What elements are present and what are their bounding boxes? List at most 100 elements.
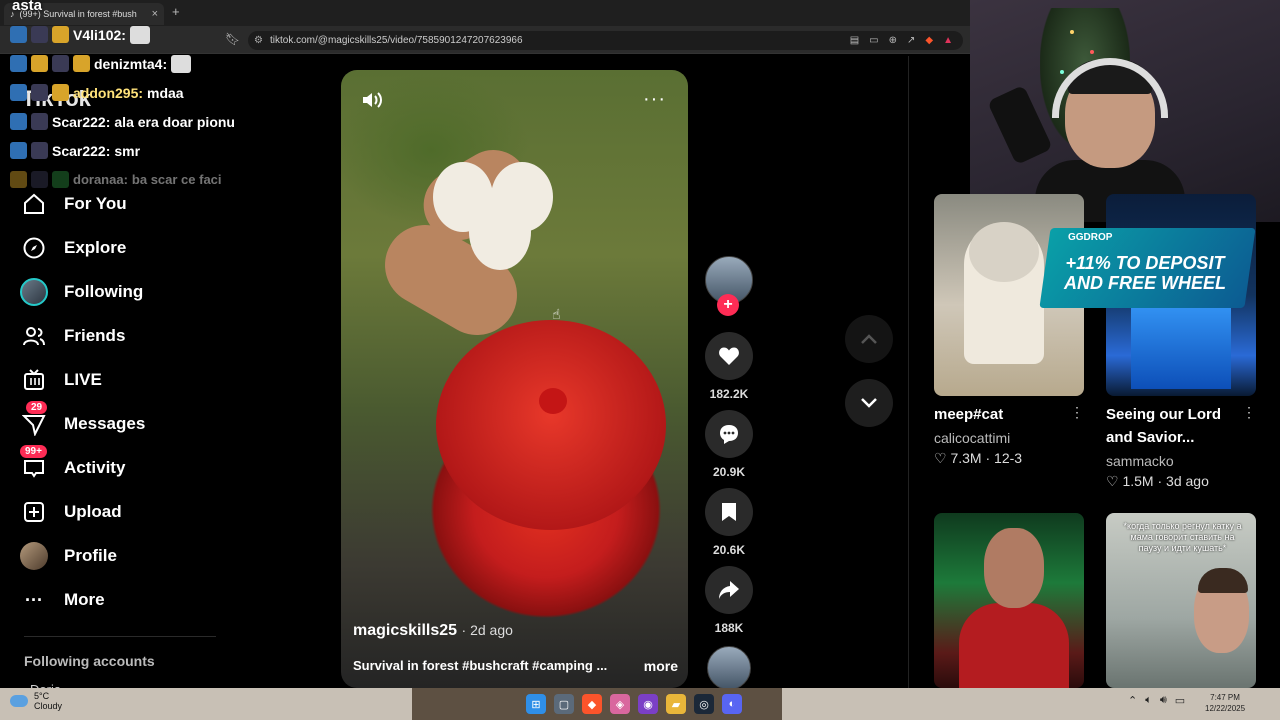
url-field[interactable]: ⚙ tiktok.com/@magicskills25/video/758590… xyxy=(248,31,963,50)
weather-temp: 5°C xyxy=(34,691,50,701)
cat-head-shape xyxy=(969,222,1039,282)
sidebar-item-friends[interactable]: Friends xyxy=(20,318,125,354)
pip-icon[interactable]: ▭ xyxy=(869,31,878,50)
tree-light xyxy=(1070,30,1074,34)
chat-text: ba scar ce faci xyxy=(131,172,222,187)
share-arrow-icon xyxy=(719,581,739,599)
network-icon[interactable]: ▭ xyxy=(1175,694,1185,707)
chat-text: ala era doar pionu xyxy=(114,113,235,130)
follow-plus-icon[interactable]: + xyxy=(717,294,739,316)
discord-icon[interactable]: ◐ xyxy=(722,694,742,714)
separator-dot: · xyxy=(1157,473,1167,489)
recommended-title[interactable]: meep#cat xyxy=(934,403,1003,426)
screen: ♪ (99+) Survival in forest #bush × + ⚙ t… xyxy=(0,0,1280,720)
video-caption: Survival in forest #bushcraft #camping .… xyxy=(353,658,678,674)
ad-logo: GGDROP xyxy=(1068,232,1113,243)
comment-button[interactable] xyxy=(705,410,753,458)
sidebar-item-label: Upload xyxy=(64,502,122,521)
weather-widget[interactable]: 5°C Cloudy xyxy=(10,691,62,711)
sidebar-item-profile[interactable]: Profile xyxy=(20,538,117,574)
video-player[interactable]: ··· magicskills25 · 2d ago Survival in f… xyxy=(341,70,688,688)
volume-icon[interactable]: 🔊︎ xyxy=(1160,694,1167,707)
chat-badge-icon xyxy=(31,55,48,72)
caption-more-link[interactable]: more xyxy=(644,658,678,674)
new-tab-icon[interactable]: + xyxy=(172,4,180,19)
brave-rewards-icon[interactable]: ▲ xyxy=(943,31,953,50)
sidebar-item-live[interactable]: LIVE xyxy=(20,362,102,398)
recommended-title-line: Seeing our Lord xyxy=(1106,406,1222,423)
weather-text: 5°C Cloudy xyxy=(34,691,62,711)
music-disc-avatar[interactable] xyxy=(707,646,751,690)
save-button[interactable] xyxy=(705,488,753,536)
brave-browser-icon[interactable]: ◆ xyxy=(582,694,602,714)
recommended-title[interactable]: Seeing our Lord and Savior... xyxy=(1106,403,1221,449)
recommended-author[interactable]: calicocattimi xyxy=(934,430,1010,446)
sidebar-item-following[interactable]: Following xyxy=(20,274,143,310)
comment-count: 20.9K xyxy=(712,465,746,479)
more-icon: ··· xyxy=(25,589,43,610)
chat-emote-icon xyxy=(129,25,150,44)
tree-light xyxy=(1090,50,1094,54)
app-icon[interactable]: ◉ xyxy=(638,694,658,714)
recommended-title-line: and Savior... xyxy=(1106,429,1195,446)
messages-badge: 29 xyxy=(26,401,48,414)
chat-user: V4li102: xyxy=(73,26,126,43)
sidebar-item-activity[interactable]: 99+ Activity xyxy=(20,445,125,486)
friends-icon xyxy=(20,322,48,350)
chat-badge-icon xyxy=(31,84,48,101)
chat-badge-icon xyxy=(10,113,27,130)
speaker-icon[interactable]: 🔈︎ xyxy=(1145,694,1152,707)
share-icon[interactable]: ↗ xyxy=(907,31,915,50)
recommended-more-icon[interactable]: ⋮ xyxy=(1070,404,1084,421)
profile-avatar xyxy=(20,542,48,570)
sidebar-item-label: Profile xyxy=(64,546,117,565)
chat-badge-icon xyxy=(52,55,69,72)
brave-shield-icon[interactable]: ◆ xyxy=(925,31,933,50)
video-author[interactable]: magicskills25 · 2d ago xyxy=(353,622,513,640)
sidebar-item-label: Friends xyxy=(64,326,126,345)
share-count: 188K xyxy=(714,621,744,635)
recommended-thumbnail[interactable]: *когда только регнул катку а мама говори… xyxy=(1106,513,1256,688)
chevron-up-icon[interactable]: ⌃ xyxy=(1128,694,1137,707)
steam-icon[interactable]: ◎ xyxy=(694,694,714,714)
recommended-more-icon[interactable]: ⋮ xyxy=(1242,404,1256,421)
volume-icon[interactable] xyxy=(361,90,383,116)
next-video-button[interactable] xyxy=(845,379,893,427)
recommended-author[interactable]: sammacko xyxy=(1106,453,1174,469)
app-icon[interactable]: ◈ xyxy=(610,694,630,714)
save-count: 20.6K xyxy=(712,543,746,557)
egg-shape xyxy=(469,194,531,270)
taskbar-clock[interactable]: 7:47 PM 12/22/2025 xyxy=(1205,692,1245,714)
pot-knob-shape xyxy=(539,388,567,414)
media-icon[interactable]: ▤ xyxy=(850,31,859,50)
chat-user: addon295: xyxy=(73,84,144,101)
task-view-icon[interactable]: ▢ xyxy=(554,694,574,714)
recommended-meta: ♡ 1.5M · 3d ago xyxy=(1106,473,1209,490)
sidebar-item-upload[interactable]: Upload xyxy=(20,494,122,530)
start-icon[interactable]: ⊞ xyxy=(526,694,546,714)
sidebar-item-for-you[interactable]: For You xyxy=(20,186,127,222)
zoom-icon[interactable]: ⊕ xyxy=(889,31,897,50)
file-explorer-icon[interactable]: ▰ xyxy=(666,694,686,714)
weather-condition: Cloudy xyxy=(34,701,63,711)
following-avatar xyxy=(20,278,48,306)
video-more-icon[interactable]: ··· xyxy=(643,88,666,111)
author-name[interactable]: magicskills25 xyxy=(353,622,457,639)
like-count: 182.2K xyxy=(709,387,749,401)
taskbar-apps: ⊞ ▢ ◆ ◈ ◉ ▰ ◎ ◐ xyxy=(526,694,742,714)
like-button[interactable] xyxy=(705,332,753,380)
home-icon xyxy=(20,190,48,218)
sidebar-item-label: For You xyxy=(64,194,127,213)
share-button[interactable] xyxy=(705,566,753,614)
chat-badge-icon xyxy=(10,84,27,101)
recommended-thumbnail[interactable] xyxy=(934,513,1084,688)
clock-date: 12/22/2025 xyxy=(1205,704,1246,713)
pot-lid-shape xyxy=(436,320,666,530)
sidebar-item-messages[interactable]: 29 Messages xyxy=(20,401,145,442)
chat-badge-icon xyxy=(10,26,27,43)
sidebar-item-more[interactable]: ··· More xyxy=(20,582,105,618)
previous-video-button[interactable] xyxy=(845,315,893,363)
sidebar-item-explore[interactable]: Explore xyxy=(20,230,126,266)
panel-divider xyxy=(908,56,909,688)
close-tab-icon[interactable]: × xyxy=(152,8,158,20)
